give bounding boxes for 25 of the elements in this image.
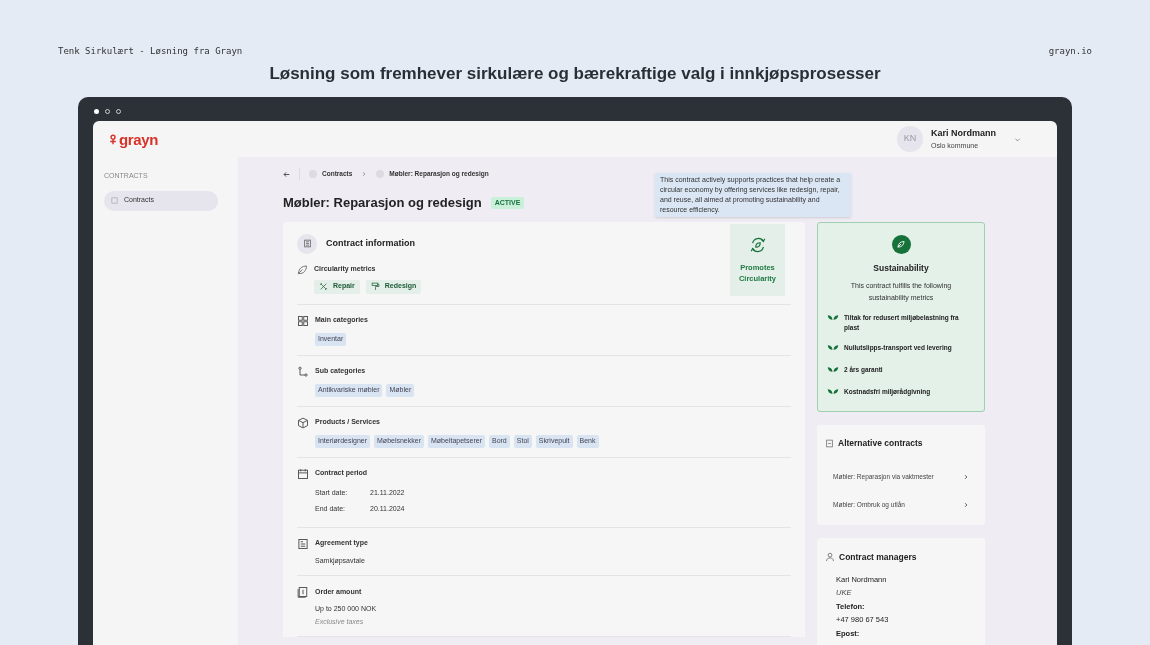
page-title: Løsning som fremhever sirkulære og bærekraftige valg i innkjøpsprosesser xyxy=(269,62,881,85)
logo-icon xyxy=(109,133,117,145)
branch-icon xyxy=(297,365,309,378)
sustainability-title: Sustainability xyxy=(873,261,929,275)
chevron-right-icon xyxy=(361,171,368,177)
chevron-right-icon xyxy=(963,502,969,508)
leaf-icon xyxy=(297,263,308,275)
user-icon xyxy=(825,552,835,563)
paint-roller-icon xyxy=(370,282,380,291)
card-title: Contract managers xyxy=(839,551,917,564)
recycle-leaf-icon xyxy=(748,235,767,254)
user-name: Kari Nordmann xyxy=(931,126,996,140)
calendar-icon xyxy=(297,467,309,480)
cube-icon xyxy=(297,416,309,429)
grid-icon xyxy=(297,314,309,327)
website-text: grayn.io xyxy=(1048,45,1092,58)
leaf-icon xyxy=(891,234,911,254)
card-title: Alternative contracts xyxy=(838,437,923,450)
back-arrow-icon[interactable] xyxy=(283,170,290,178)
chevron-right-icon xyxy=(963,474,969,480)
subtitle-text: Tenk Sirkulært - Løsning fra Grayn xyxy=(58,45,243,58)
logo: grayn xyxy=(109,131,158,147)
contract-title: Møbler: Reparasjon og redesign xyxy=(283,194,482,212)
tools-icon xyxy=(319,282,328,291)
card-title: Contract information xyxy=(326,236,415,250)
